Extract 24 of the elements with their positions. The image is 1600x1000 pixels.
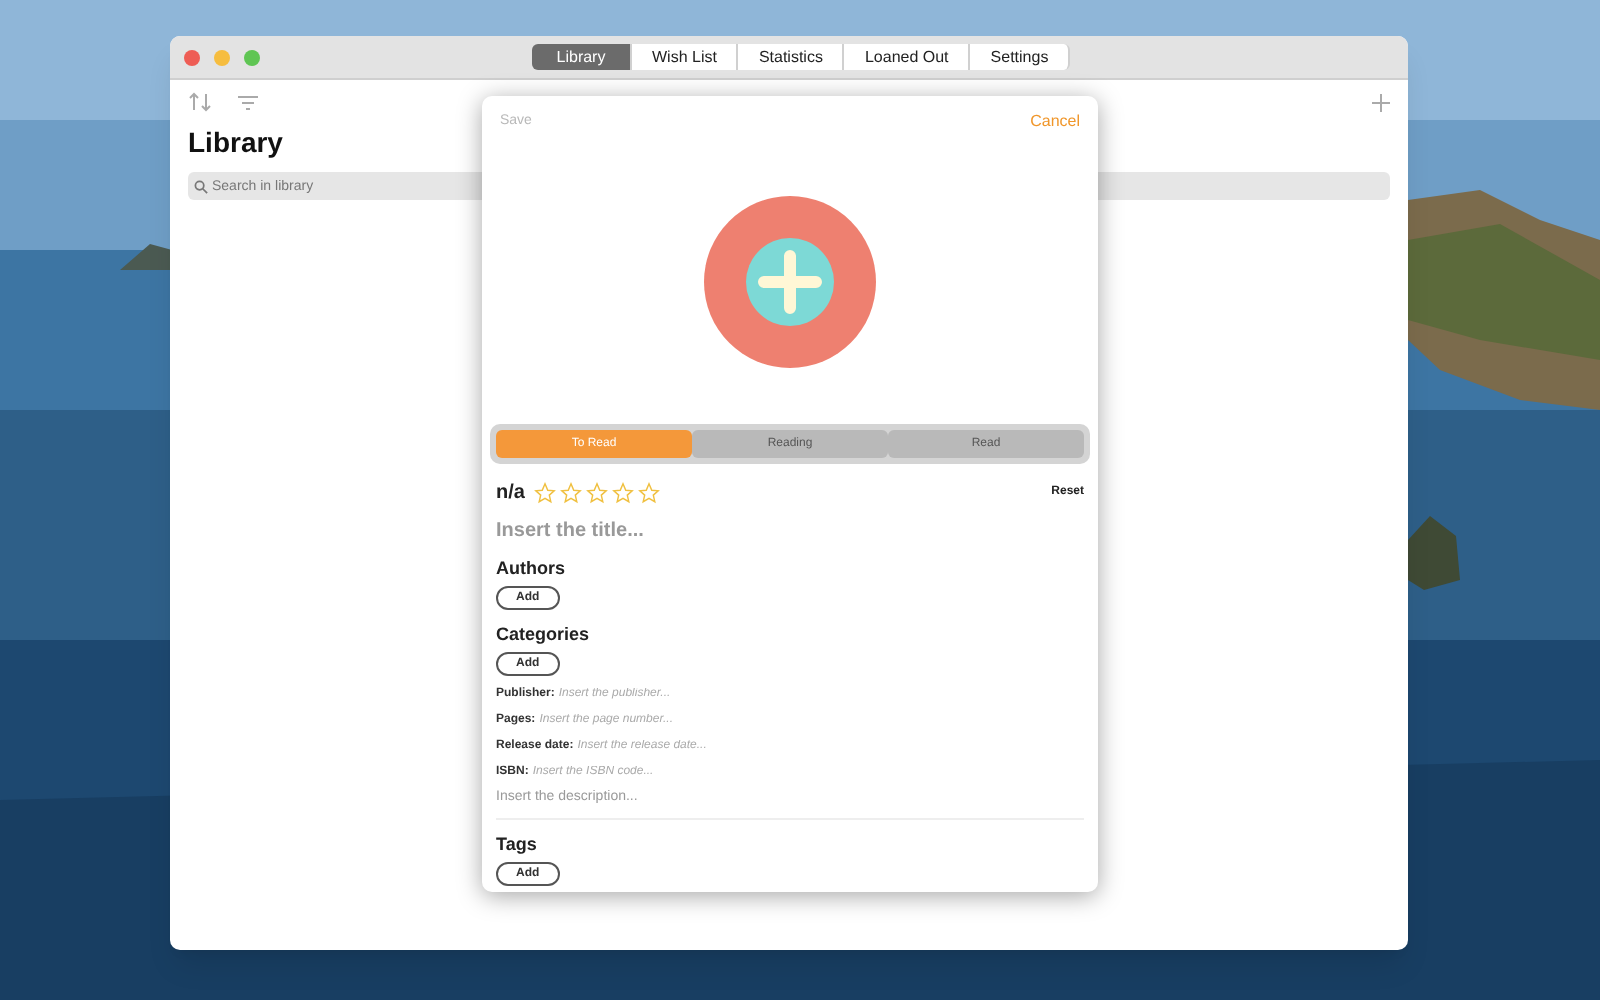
tab[interactable]: Wish List [632,44,739,70]
tab[interactable]: Library [532,44,632,70]
star-icon[interactable] [638,482,661,504]
section-heading: Tags [496,832,539,856]
star-icon[interactable] [586,482,609,504]
tab[interactable]: Settings [970,44,1071,70]
star-icon[interactable] [612,482,635,504]
section-heading: Categories [496,622,592,646]
minimize-icon[interactable] [214,49,230,65]
star-icon[interactable] [534,482,557,504]
page-title: Library [186,124,285,160]
add-icon[interactable] [1372,93,1390,111]
rating-label: n/a [496,480,525,508]
filter-icon[interactable] [238,95,258,109]
tab[interactable]: Statistics [738,44,845,70]
section-heading: Authors [496,556,567,580]
search-icon [194,179,208,193]
star-icon[interactable] [560,482,583,504]
title-field[interactable]: Insert the title... [496,516,1084,544]
add-cover-icon[interactable] [704,196,876,368]
sort-icon[interactable] [188,92,212,112]
tab[interactable]: Loaned Out [844,44,971,70]
maximize-icon[interactable] [244,49,260,65]
close-icon[interactable] [184,49,200,65]
